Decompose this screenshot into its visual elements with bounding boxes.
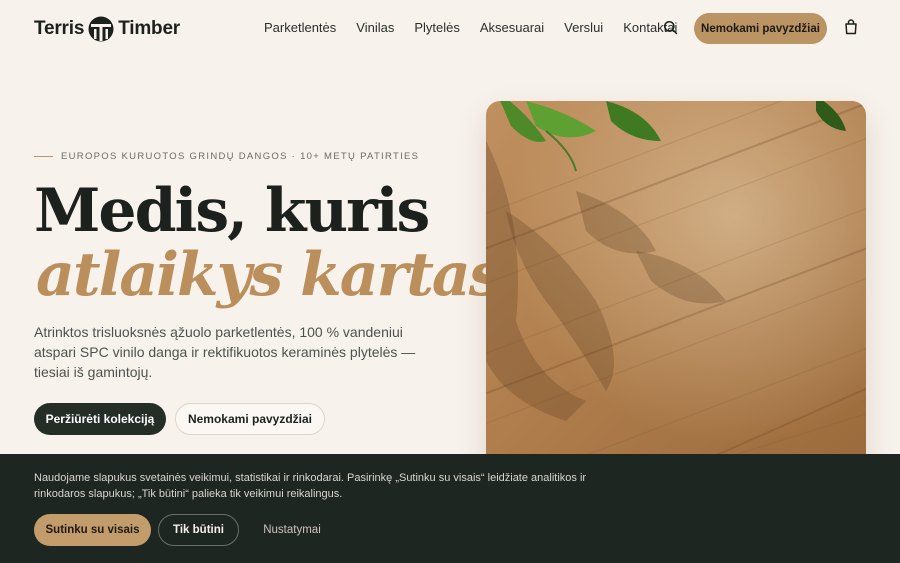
free-samples-header-button[interactable]: Nemokami pavyzdžiai [694,13,827,44]
hero-title-line2: atlaikys kartas. [36,240,521,310]
free-samples-button[interactable]: Nemokami pavyzdžiai [175,403,325,435]
cookie-banner: Naudojame slapukus svetainės veikimui, s… [0,454,900,563]
nav-item-verslui[interactable]: Verslui [564,20,603,35]
essential-cookies-button[interactable]: Tik būtini [158,514,239,546]
hero-image [486,101,866,481]
cookie-text: Naudojame slapukus svetainės veikimui, s… [34,472,587,500]
logo-text-right: Timber [118,18,181,39]
nav-item-plyteles[interactable]: Plytelės [414,20,460,35]
logo-text-left: Terris [34,18,85,39]
nav-item-parketlentes[interactable]: Parketlentės [264,20,336,35]
site-header: Terris Timber Parketlentės Vinilas Plyte… [0,0,900,56]
hero-lead: Atrinktos trisluoksnės ąžuolo parketlent… [34,324,416,380]
search-icon[interactable] [663,20,678,35]
accept-all-cookies-button[interactable]: Sutinku su visais [34,514,151,546]
shopping-bag-icon[interactable] [844,19,858,35]
main-nav: Parketlentės Vinilas Plytelės Aksesuarai… [264,20,697,35]
nav-item-aksesuarai[interactable]: Aksesuarai [480,20,544,35]
eyebrow-divider [34,156,53,157]
eyebrow-text: EUROPOS KURUOTOS GRINDŲ DANGOS · 10+ MET… [61,151,420,162]
cookie-settings-button[interactable]: Nustatymai [252,514,332,546]
hero-eyebrow: EUROPOS KURUOTOS GRINDŲ DANGOS · 10+ MET… [34,151,419,162]
logo-mark-icon [88,16,114,42]
nav-item-vinilas[interactable]: Vinilas [356,20,394,35]
view-collection-button[interactable]: Peržiūrėti kolekciją [34,403,166,435]
logo[interactable]: Terris Timber [34,15,180,43]
hero-title-line1: Medis, kuris [34,176,430,246]
